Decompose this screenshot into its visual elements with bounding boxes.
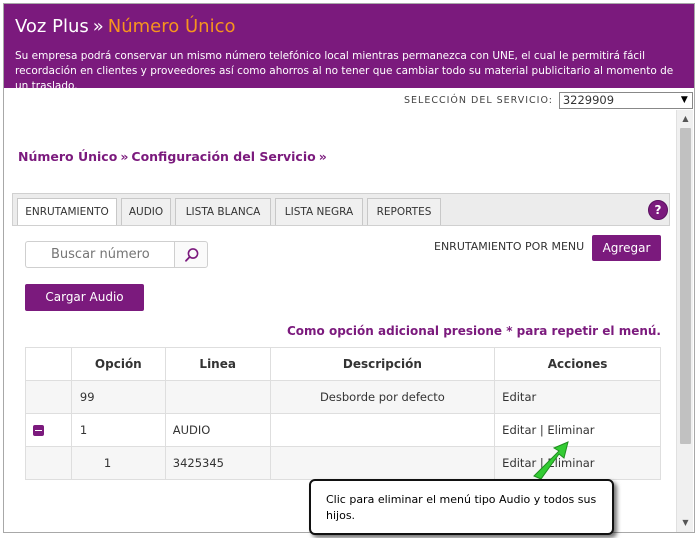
actions-cell[interactable]: Editar | Eliminar [494, 446, 661, 480]
table-row: 99 Desborde por defecto Editar [25, 380, 661, 414]
description-cell [269, 413, 496, 447]
routing-menu-label: ENRUTAMIENTO POR MENU [434, 240, 585, 253]
table-header-row: Opción Linea Descripción Acciones [25, 347, 661, 381]
tab-reportes[interactable]: REPORTES [367, 198, 441, 226]
vertical-scrollbar[interactable]: ▲ ▼ [676, 110, 693, 532]
tab-bar: ENRUTAMIENTO AUDIO LISTA BLANCA LISTA NE… [12, 193, 670, 227]
search-icon [185, 248, 199, 262]
row-toggle-cell [25, 413, 72, 447]
column-header-toggle [25, 347, 72, 381]
line-cell: 3425345 [164, 446, 271, 480]
column-header-option: Opción [70, 347, 166, 381]
search-button[interactable] [174, 241, 208, 268]
upload-audio-button[interactable]: Cargar Audio [25, 284, 144, 311]
dropdown-arrow-icon: ▼ [680, 95, 688, 105]
option-cell: 99 [70, 380, 166, 414]
search-input[interactable] [25, 241, 174, 268]
option-cell: 1 [70, 413, 166, 447]
tooltip: Clic para eliminar el menú tipo Audio y … [309, 479, 614, 535]
help-icon[interactable]: ? [648, 200, 668, 220]
tab-enrutamiento[interactable]: ENRUTAMIENTO [17, 198, 117, 227]
repeat-menu-note: Como opción adicional presione * para re… [287, 324, 661, 338]
breadcrumb: Número Único» Configuración del Servicio» [18, 149, 330, 164]
service-select[interactable]: 3229909 ▼ [558, 92, 693, 109]
row-toggle-cell [25, 446, 72, 480]
page-title: Voz Plus» Número Único [15, 16, 235, 37]
section-name: Número Único [107, 16, 236, 37]
description-cell [269, 446, 496, 480]
line-cell: AUDIO [164, 413, 271, 447]
title-separator: » [92, 16, 104, 37]
actions-cell[interactable]: Editar | Eliminar [494, 413, 661, 447]
option-cell: 1 [70, 446, 166, 480]
tab-lista-negra[interactable]: LISTA NEGRA [275, 198, 363, 226]
service-selection: SELECCIÓN DEL SERVICIO: 3229909 ▼ [404, 92, 693, 109]
scrollbar-thumb[interactable] [680, 128, 691, 444]
service-selection-label: SELECCIÓN DEL SERVICIO: [404, 95, 553, 106]
column-header-description: Descripción [269, 347, 496, 381]
tab-lista-blanca[interactable]: LISTA BLANCA [175, 198, 271, 226]
actions-cell[interactable]: Editar [494, 380, 661, 414]
scroll-down-arrow-icon[interactable]: ▼ [677, 516, 694, 530]
column-header-line: Linea [164, 347, 271, 381]
app-window: Voz Plus» Número Único Su empresa podrá c… [3, 3, 695, 533]
breadcrumb-separator: » [120, 149, 129, 164]
breadcrumb-separator-trailing: » [318, 149, 327, 164]
pointer-arrow-icon [533, 441, 569, 480]
header: Voz Plus» Número Único Su empresa podrá c… [4, 4, 694, 92]
collapse-icon[interactable] [33, 425, 44, 436]
header-description: Su empresa podrá conservar un mismo núme… [15, 50, 674, 92]
column-header-actions: Acciones [494, 347, 661, 381]
service-select-value: 3229909 [562, 93, 615, 107]
breadcrumb-configuracion[interactable]: Configuración del Servicio [131, 149, 315, 164]
line-cell [164, 380, 271, 414]
brand-name: Voz Plus [15, 16, 89, 37]
row-toggle-cell [25, 380, 72, 414]
tab-audio[interactable]: AUDIO [121, 198, 171, 226]
scroll-up-arrow-icon[interactable]: ▲ [677, 112, 694, 126]
add-button[interactable]: Agregar [592, 235, 661, 261]
breadcrumb-numero-unico[interactable]: Número Único [18, 149, 117, 164]
description-cell: Desborde por defecto [269, 380, 496, 414]
